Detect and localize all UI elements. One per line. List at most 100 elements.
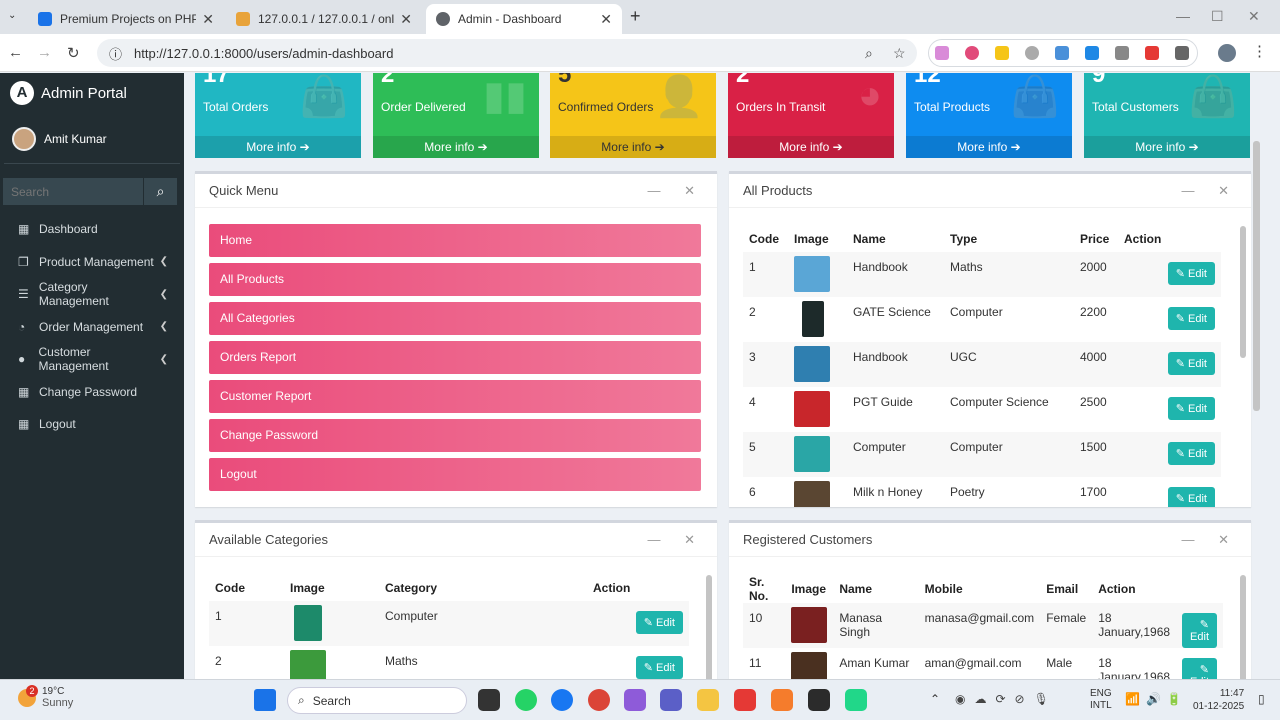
more-info-link[interactable]: More info ➔ bbox=[195, 136, 361, 158]
quick-menu-home[interactable]: Home bbox=[209, 224, 701, 257]
forward-arrow-icon[interactable]: → bbox=[37, 44, 52, 61]
edit-button[interactable]: ✎ Edit bbox=[1167, 487, 1215, 507]
edit-button[interactable]: ✎ Edit bbox=[1167, 352, 1215, 375]
language-indicator[interactable]: ENG INTL bbox=[1090, 688, 1112, 712]
edit-button[interactable]: ✎ Edit bbox=[1182, 658, 1217, 679]
extension-icon[interactable] bbox=[935, 46, 949, 60]
more-info-link[interactable]: More info ➔ bbox=[728, 136, 894, 158]
sidebar-item-customer-management[interactable]: ● Customer Management ❮ bbox=[0, 343, 184, 376]
cell-image bbox=[788, 432, 847, 477]
edit-button[interactable]: ✎ Edit bbox=[1182, 613, 1217, 648]
new-tab-button[interactable]: + bbox=[630, 6, 641, 27]
sidebar-item-change-password[interactable]: ▦ Change Password bbox=[0, 376, 184, 409]
edit-button[interactable]: ✎ Edit bbox=[1167, 307, 1215, 330]
edit-button[interactable]: ✎ Edit bbox=[1167, 397, 1215, 420]
reload-icon[interactable]: ↻ bbox=[67, 44, 80, 62]
site-info-icon[interactable]: ⓘ bbox=[109, 44, 122, 63]
cell-action: ✎ Edit bbox=[1118, 477, 1221, 507]
extension-icon[interactable] bbox=[1055, 46, 1069, 60]
extension-icon[interactable] bbox=[995, 46, 1009, 60]
file-explorer-icon[interactable] bbox=[697, 689, 719, 711]
edit-button[interactable]: ✎ Edit bbox=[1167, 442, 1215, 465]
notifications-icon[interactable]: ▯ bbox=[1258, 692, 1265, 706]
chevron-up-icon[interactable]: ⌃ bbox=[930, 692, 940, 706]
weather-widget[interactable]: 2 19°C Sunny bbox=[18, 684, 73, 709]
teams-icon[interactable] bbox=[660, 689, 682, 711]
pycharm-icon[interactable] bbox=[845, 689, 867, 711]
clock[interactable]: 11:47 01-12-2025 bbox=[1193, 687, 1244, 713]
whatsapp-icon[interactable] bbox=[515, 689, 537, 711]
sidebar-item-product-management[interactable]: ❐ Product Management ❮ bbox=[0, 246, 184, 279]
close-window-button[interactable]: ✕ bbox=[1248, 8, 1260, 25]
quick-menu-logout[interactable]: Logout bbox=[209, 458, 701, 491]
camera-icon[interactable] bbox=[1115, 46, 1129, 60]
extension-icon[interactable] bbox=[1145, 46, 1159, 60]
taskbar-search[interactable]: ⌕ Search bbox=[287, 687, 467, 714]
chevron-left-icon: ❮ bbox=[159, 288, 168, 300]
stat-label: Total Products bbox=[914, 100, 991, 114]
sidebar-item-dashboard[interactable]: ▦ Dashboard bbox=[0, 213, 184, 246]
quick-menu-orders-report[interactable]: Orders Report bbox=[209, 341, 701, 374]
sidebar-item-logout[interactable]: ▦ Logout bbox=[0, 408, 184, 441]
terminal-icon[interactable] bbox=[808, 689, 830, 711]
tray-icons[interactable]: ◉☁⟳⊘🎙 bbox=[955, 692, 1058, 706]
close-tab-icon[interactable]: ✕ bbox=[600, 11, 612, 28]
windows-start-icon[interactable] bbox=[254, 689, 276, 711]
url-text[interactable]: http://127.0.0.1:8000/users/admin-dashbo… bbox=[134, 46, 393, 61]
zoom-icon[interactable]: ⌕ bbox=[865, 39, 873, 67]
more-info-link[interactable]: More info ➔ bbox=[1084, 136, 1250, 158]
scrollbar[interactable] bbox=[1240, 575, 1246, 679]
task-view-icon[interactable] bbox=[478, 689, 500, 711]
sidebar-item-category-management[interactable]: ☰ Category Management ❮ bbox=[0, 278, 184, 311]
search-input[interactable] bbox=[3, 178, 143, 205]
xampp-icon[interactable] bbox=[771, 689, 793, 711]
extension-icon[interactable] bbox=[1085, 46, 1099, 60]
chrome-icon[interactable] bbox=[588, 689, 610, 711]
address-bar[interactable]: ⓘ http://127.0.0.1:8000/users/admin-dash… bbox=[97, 39, 917, 67]
facebook-icon[interactable] bbox=[551, 689, 573, 711]
shopping-bag-icon: 👜 bbox=[1188, 75, 1238, 119]
copilot-icon[interactable] bbox=[624, 689, 646, 711]
puzzle-icon[interactable] bbox=[1175, 46, 1189, 60]
panel-controls[interactable]: — ✕ bbox=[1181, 183, 1239, 199]
bookmark-star-icon[interactable]: ☆ bbox=[893, 39, 906, 67]
search-icon[interactable]: ⌕ bbox=[143, 178, 177, 205]
tab-search-icon[interactable]: ⌄ bbox=[8, 10, 16, 21]
page-scrollbar[interactable] bbox=[1253, 141, 1260, 411]
more-info-link[interactable]: More info ➔ bbox=[373, 136, 539, 158]
browser-tab-active[interactable]: Admin - Dashboard ✕ bbox=[426, 4, 622, 34]
sidebar-item-order-management[interactable]: ◔ Order Management ❮ bbox=[0, 311, 184, 344]
browser-tab-2[interactable]: 127.0.0.1 / 127.0.0.1 / online_bo ✕ bbox=[226, 4, 422, 34]
edit-button[interactable]: ✎ Edit bbox=[635, 656, 683, 679]
close-tab-icon[interactable]: ✕ bbox=[202, 11, 214, 28]
quick-menu-change-password[interactable]: Change Password bbox=[209, 419, 701, 452]
panel-title: Quick Menu bbox=[209, 183, 279, 198]
edit-button[interactable]: ✎ Edit bbox=[635, 611, 683, 634]
panel-controls[interactable]: — ✕ bbox=[647, 183, 705, 199]
maximize-button[interactable]: ☐ bbox=[1211, 8, 1224, 25]
panel-controls[interactable]: — ✕ bbox=[1181, 532, 1239, 548]
products-table: Code Image Name Type Price Action 1 Handb… bbox=[743, 226, 1221, 507]
profile-avatar[interactable] bbox=[1218, 44, 1236, 62]
browser-tab-1[interactable]: Premium Projects on PHP, Java ✕ bbox=[28, 4, 224, 34]
menu-kebab-icon[interactable]: ⋮ bbox=[1252, 42, 1267, 60]
scrollbar[interactable] bbox=[1240, 226, 1246, 358]
scrollbar[interactable] bbox=[706, 575, 712, 679]
taskbar-search-label: Search bbox=[312, 693, 351, 708]
extension-icon[interactable] bbox=[965, 46, 979, 60]
minimize-button[interactable]: — bbox=[1176, 8, 1190, 24]
extension-icon[interactable] bbox=[1025, 46, 1039, 60]
quick-menu-all-categories[interactable]: All Categories bbox=[209, 302, 701, 335]
quick-menu-customer-report[interactable]: Customer Report bbox=[209, 380, 701, 413]
product-thumbnail bbox=[794, 391, 830, 427]
edit-button[interactable]: ✎ Edit bbox=[1167, 262, 1215, 285]
back-arrow-icon[interactable]: ← bbox=[8, 44, 23, 61]
more-info-link[interactable]: More info ➔ bbox=[906, 136, 1072, 158]
close-tab-icon[interactable]: ✕ bbox=[400, 11, 412, 28]
panel-controls[interactable]: — ✕ bbox=[647, 532, 705, 548]
more-info-link[interactable]: More info ➔ bbox=[550, 136, 716, 158]
quick-menu-all-products[interactable]: All Products bbox=[209, 263, 701, 296]
network-sound-icons[interactable]: 📶🔊🔋 bbox=[1125, 692, 1188, 706]
youtube-icon[interactable] bbox=[734, 689, 756, 711]
brand[interactable]: A Admin Portal bbox=[10, 81, 127, 105]
